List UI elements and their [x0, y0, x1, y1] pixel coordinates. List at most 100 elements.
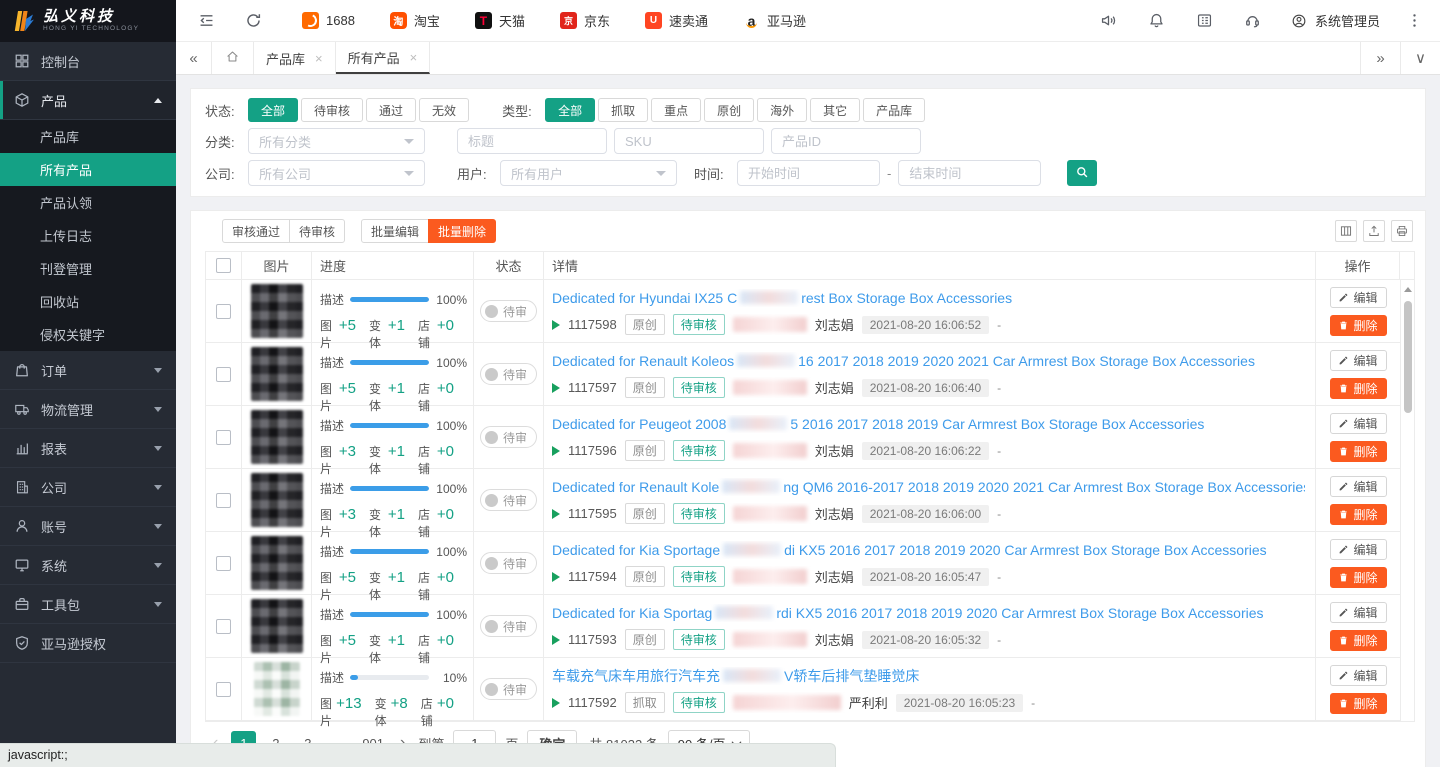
apps-icon[interactable]	[1195, 11, 1215, 31]
close-tab-icon[interactable]: ×	[410, 52, 418, 63]
platform-link[interactable]: 京东	[560, 11, 610, 30]
refresh-icon[interactable]	[243, 11, 263, 31]
sidebar-item[interactable]: 公司	[0, 468, 176, 507]
product-title-link[interactable]: Dedicated for Peugeot 20085 2016 2017 20…	[552, 415, 1305, 433]
scrollbar-thumb[interactable]	[1404, 301, 1412, 413]
bulk-delete-button[interactable]: 批量删除	[428, 219, 496, 243]
search-button[interactable]	[1067, 160, 1097, 186]
product-title-link[interactable]: Dedicated for Hyundai IX25 Crest Box Sto…	[552, 289, 1305, 307]
user-menu[interactable]: 系统管理员	[1289, 11, 1380, 31]
print-icon[interactable]	[1391, 220, 1413, 242]
type-filter-button[interactable]: 其它	[810, 98, 860, 122]
sidebar-item[interactable]: 工具包	[0, 585, 176, 624]
edit-button[interactable]: 编辑	[1330, 350, 1387, 371]
product-title-link[interactable]: 车载充气床车用旅行汽车充V轿车后排气垫睡觉床	[552, 667, 1305, 685]
sidebar-item[interactable]: 产品库	[0, 120, 176, 153]
play-icon[interactable]	[552, 383, 560, 393]
edit-button[interactable]: 编辑	[1330, 665, 1387, 686]
product-image[interactable]	[254, 662, 300, 716]
bulk-edit-button[interactable]: 批量编辑	[361, 219, 429, 243]
export-icon[interactable]	[1363, 220, 1385, 242]
product-title-link[interactable]: Dedicated for Kia Sportagedi KX5 2016 20…	[552, 541, 1305, 559]
delete-button[interactable]: 删除	[1330, 441, 1387, 462]
tabs-scroll-right-icon[interactable]: »	[1360, 42, 1400, 74]
tab[interactable]: 产品库 ×	[254, 42, 336, 74]
columns-icon[interactable]	[1335, 220, 1357, 242]
delete-button[interactable]: 删除	[1330, 693, 1387, 714]
platform-link[interactable]: 速卖通	[645, 11, 708, 30]
tab-home[interactable]	[212, 42, 254, 74]
collapse-menu-icon[interactable]	[196, 11, 216, 31]
product-image[interactable]	[251, 347, 303, 401]
product-image[interactable]	[251, 473, 303, 527]
delete-button[interactable]: 删除	[1330, 567, 1387, 588]
product-title-link[interactable]: Dedicated for Kia Sportagrdi KX5 2016 20…	[552, 604, 1305, 622]
delete-button[interactable]: 删除	[1330, 315, 1387, 336]
tab[interactable]: 所有产品 ×	[336, 42, 431, 74]
status-filter-button[interactable]: 待审核	[301, 98, 363, 122]
play-icon[interactable]	[552, 572, 560, 582]
sku-input[interactable]	[614, 128, 764, 154]
play-icon[interactable]	[552, 698, 560, 708]
type-filter-button[interactable]: 原创	[704, 98, 754, 122]
support-icon[interactable]	[1243, 11, 1263, 31]
status-filter-button[interactable]: 全部	[248, 98, 298, 122]
delete-button[interactable]: 删除	[1330, 378, 1387, 399]
tabs-scroll-left-icon[interactable]: «	[176, 42, 212, 74]
sidebar-item[interactable]: 刊登管理	[0, 252, 176, 285]
row-checkbox[interactable]	[216, 619, 231, 634]
row-checkbox[interactable]	[216, 556, 231, 571]
sidebar-item[interactable]: 控制台	[0, 42, 176, 81]
type-filter-button[interactable]: 产品库	[863, 98, 925, 122]
row-checkbox[interactable]	[216, 430, 231, 445]
sidebar-item[interactable]: 亚马逊授权	[0, 624, 176, 663]
row-checkbox[interactable]	[216, 682, 231, 697]
type-filter-button[interactable]: 海外	[757, 98, 807, 122]
type-filter-button[interactable]: 抓取	[598, 98, 648, 122]
edit-button[interactable]: 编辑	[1330, 287, 1387, 308]
category-select[interactable]: 所有分类	[248, 128, 425, 154]
platform-link[interactable]: 淘宝	[390, 11, 440, 30]
product-image[interactable]	[251, 599, 303, 653]
product-image[interactable]	[251, 284, 303, 338]
tabs-dropdown-icon[interactable]: ∨	[1400, 42, 1440, 74]
table-scrollbar[interactable]	[1400, 280, 1414, 721]
play-icon[interactable]	[552, 635, 560, 645]
announcement-icon[interactable]	[1099, 11, 1119, 31]
edit-button[interactable]: 编辑	[1330, 476, 1387, 497]
delete-button[interactable]: 删除	[1330, 630, 1387, 651]
play-icon[interactable]	[552, 446, 560, 456]
row-checkbox[interactable]	[216, 304, 231, 319]
edit-button[interactable]: 编辑	[1330, 539, 1387, 560]
scroll-up-arrow-icon[interactable]	[1404, 287, 1412, 292]
sidebar-item[interactable]: 物流管理	[0, 390, 176, 429]
type-filter-button[interactable]: 全部	[545, 98, 595, 122]
sidebar-item[interactable]: 产品	[0, 81, 176, 120]
sidebar-item[interactable]: 账号	[0, 507, 176, 546]
delete-button[interactable]: 删除	[1330, 504, 1387, 525]
sidebar-item[interactable]: 系统	[0, 546, 176, 585]
company-select[interactable]: 所有公司	[248, 160, 425, 186]
close-tab-icon[interactable]: ×	[315, 53, 323, 64]
platform-link[interactable]: 1688	[302, 12, 355, 29]
set-pending-button[interactable]: 待审核	[289, 219, 345, 243]
end-time-input[interactable]	[898, 160, 1041, 186]
row-checkbox[interactable]	[216, 367, 231, 382]
product-image[interactable]	[251, 536, 303, 590]
product-image[interactable]	[251, 410, 303, 464]
sidebar-item[interactable]: 所有产品	[0, 153, 176, 186]
approve-button[interactable]: 审核通过	[222, 219, 290, 243]
user-select[interactable]: 所有用户	[500, 160, 677, 186]
type-filter-button[interactable]: 重点	[651, 98, 701, 122]
sidebar-item[interactable]: 报表	[0, 429, 176, 468]
row-checkbox[interactable]	[216, 493, 231, 508]
sidebar-item[interactable]: 上传日志	[0, 219, 176, 252]
edit-button[interactable]: 编辑	[1330, 413, 1387, 434]
status-filter-button[interactable]: 通过	[366, 98, 416, 122]
product-title-link[interactable]: Dedicated for Renault Koleng QM6 2016-20…	[552, 478, 1305, 496]
product-title-link[interactable]: Dedicated for Renault Koleos16 2017 2018…	[552, 352, 1305, 370]
play-icon[interactable]	[552, 320, 560, 330]
title-input[interactable]	[457, 128, 607, 154]
select-all-checkbox[interactable]	[216, 258, 231, 273]
sidebar-item[interactable]: 订单	[0, 351, 176, 390]
